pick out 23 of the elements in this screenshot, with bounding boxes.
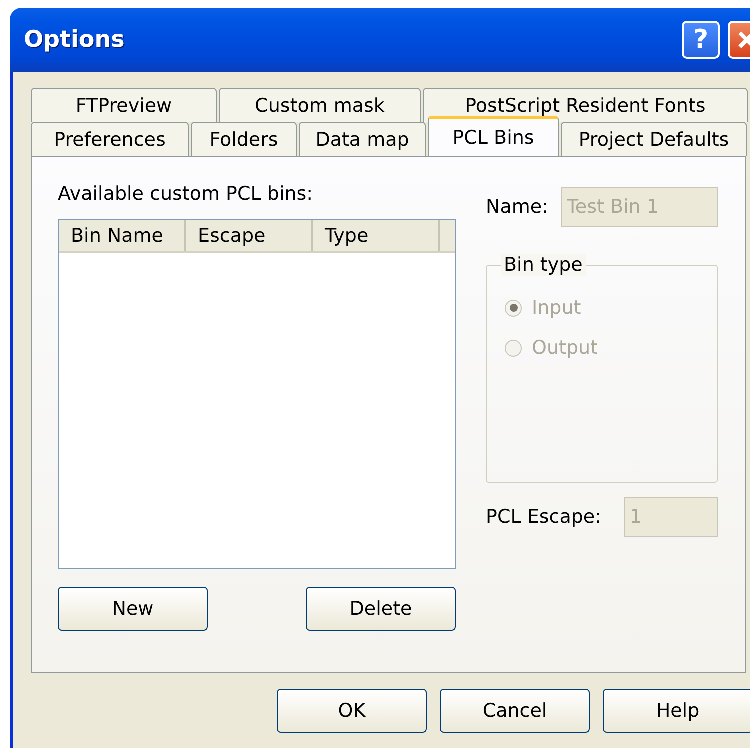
field-label: Name: <box>486 196 548 218</box>
dialog-button[interactable]: New <box>58 587 208 631</box>
tab[interactable]: PostScript Resident Fonts <box>423 88 748 122</box>
list-view[interactable]: Bin Name Escape Type <box>58 219 456 569</box>
tab[interactable]: Data map <box>299 122 426 156</box>
column-header[interactable]: Bin Name <box>59 220 186 251</box>
column-header[interactable]: Escape <box>186 220 313 251</box>
dialog-button[interactable]: OK <box>277 689 427 733</box>
tab[interactable]: Folders <box>191 122 297 156</box>
field-label: PCL Escape: <box>486 506 602 528</box>
column-header[interactable]: Type <box>313 220 440 251</box>
tab[interactable]: FTPreview <box>31 88 217 122</box>
tab[interactable]: PCL Bins <box>428 116 559 156</box>
dialog-button[interactable]: Cancel <box>440 689 590 733</box>
group-label: Bin type <box>501 254 586 276</box>
list-label: Available custom PCL bins: <box>58 183 314 205</box>
tab[interactable]: Project Defaults <box>561 122 747 156</box>
dialog-button[interactable]: Help <box>603 689 750 733</box>
tab[interactable]: Custom mask <box>219 88 421 122</box>
help-button[interactable]: ? <box>682 21 720 59</box>
dialog-button[interactable]: Delete <box>306 587 456 631</box>
window-title: Options <box>24 27 126 53</box>
tab[interactable]: Preferences <box>31 122 189 156</box>
